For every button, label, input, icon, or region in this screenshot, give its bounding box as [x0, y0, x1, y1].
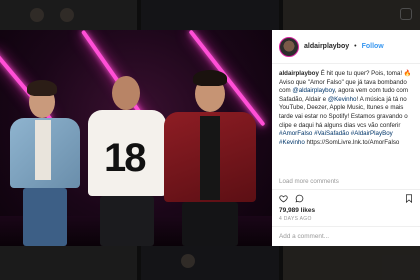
- post-caption: aldairplayboy É hit que tu quer? Pois, t…: [272, 64, 420, 178]
- mention-link[interactable]: @Kevinho: [328, 96, 357, 103]
- post-actions: [272, 189, 420, 205]
- separator-dot: •: [354, 43, 357, 50]
- follow-button[interactable]: Follow: [362, 43, 384, 50]
- bookmark-icon[interactable]: [405, 194, 413, 203]
- like-count[interactable]: 79,989 likes: [272, 205, 420, 214]
- mention-link[interactable]: @aldairplayboy: [292, 87, 334, 94]
- person-right: [160, 70, 260, 246]
- post-modal: 18 aldairplayboy • Follow aldairplayboy …: [0, 30, 420, 246]
- post-date[interactable]: 4 DAYS AGO: [272, 214, 420, 226]
- heart-icon[interactable]: [279, 194, 288, 203]
- person-center: 18: [82, 76, 172, 246]
- comment-icon[interactable]: [295, 194, 304, 203]
- caption-username[interactable]: aldairplayboy: [279, 70, 319, 77]
- person-left: [5, 80, 85, 246]
- caption-url[interactable]: https://SomLivre.lnk.to/AmorFalso: [305, 139, 400, 146]
- load-more-comments[interactable]: Load more comments: [272, 178, 420, 189]
- add-comment-input[interactable]: Add a comment...: [272, 226, 420, 246]
- post-header: aldairplayboy • Follow: [272, 30, 420, 64]
- post-photo[interactable]: 18: [0, 30, 272, 246]
- avatar[interactable]: [279, 36, 299, 57]
- username[interactable]: aldairplayboy: [304, 43, 349, 50]
- post-side-panel: aldairplayboy • Follow aldairplayboy É h…: [272, 30, 420, 246]
- shirt-number: 18: [104, 136, 146, 180]
